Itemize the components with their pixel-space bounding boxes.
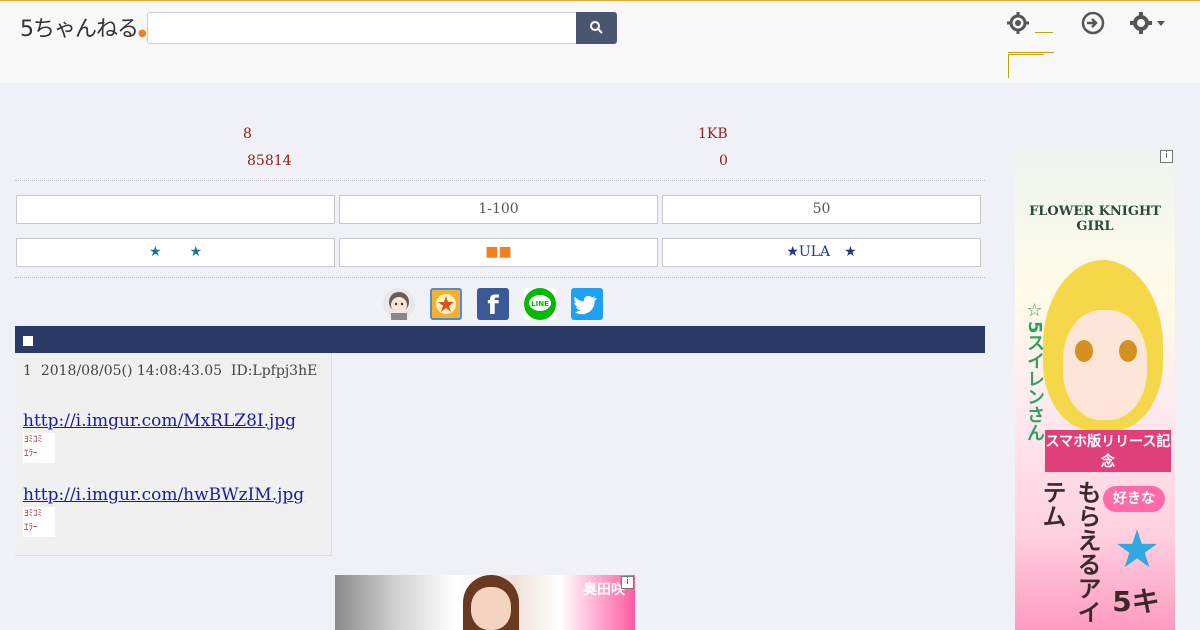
facebook-icon[interactable]: f [477, 288, 509, 321]
ad-banner-bottom[interactable]: 奥田咲 [335, 575, 635, 630]
post-1: 1 2018/08/05() 14:08:43.05 ID:Lpfpj3hE h… [15, 353, 332, 556]
ad-text: 5キ [1112, 585, 1160, 618]
ad-banner-side[interactable]: FLOWER KNIGHT GIRL ☆5スイレンさん スマホ版リリース記念 も… [1015, 150, 1175, 630]
ad-info-icon[interactable]: i [621, 576, 634, 589]
ad-info-icon[interactable]: i [1160, 150, 1173, 163]
avatar-icon[interactable] [383, 288, 415, 320]
ad-text: スマホ版リリース記念 [1045, 430, 1171, 472]
ad-text: ☆5スイレンさん [1024, 300, 1045, 442]
ad-image [1075, 340, 1093, 362]
bookmark-icon[interactable] [430, 288, 462, 320]
post-date: 2018/08/05() 14:08:43.05 [40, 363, 223, 379]
search-button[interactable] [576, 12, 617, 44]
divider [15, 277, 985, 278]
ad-text: 好きな [1103, 486, 1165, 512]
ad-text: もらえるアイテム [1038, 480, 1101, 624]
stat-c: 85814 [247, 153, 292, 169]
header-link-top[interactable] [1035, 15, 1053, 33]
nav-button-squares[interactable]: ■■ [339, 238, 658, 267]
post-meta: 1 2018/08/05() 14:08:43.05 ID:Lpfpj3hE [23, 363, 317, 379]
divider [15, 180, 985, 181]
search-icon [590, 21, 603, 34]
settings-icon[interactable] [1129, 11, 1167, 35]
svg-text:LINE: LINE [531, 300, 549, 308]
image-error: ﾖﾐｺﾐ ｴﾗｰ [23, 507, 55, 537]
stat-a: 8 [243, 126, 252, 142]
post-link[interactable]: http://i.imgur.com/hwBWzIM.jpg [23, 485, 304, 505]
post-link[interactable]: http://i.imgur.com/MxRLZ8I.jpg [23, 411, 296, 431]
site-logo[interactable]: 5ちゃんねる● [20, 11, 147, 43]
image-error: ﾖﾐｺﾐ ｴﾗｰ [23, 433, 55, 463]
ad-image [1119, 340, 1137, 362]
post-id[interactable]: ID:Lpfpj3hE [231, 363, 317, 379]
header-bracket [1008, 54, 1044, 78]
stat-d: 0 [719, 153, 728, 169]
post-number[interactable]: 1 [23, 363, 32, 379]
nav-button-star[interactable]: ★ ★ [16, 238, 335, 267]
site-header: 5ちゃんねる● [0, 0, 1200, 83]
thread-title-bar [15, 326, 985, 353]
ad-image [1063, 310, 1147, 420]
search-input[interactable] [147, 12, 577, 44]
line-icon[interactable]: LINE [524, 288, 556, 320]
gear-icon[interactable] [1006, 11, 1030, 35]
twitter-icon[interactable] [571, 288, 603, 320]
title-marker [23, 336, 33, 346]
ad-image [471, 587, 511, 630]
login-icon[interactable] [1081, 11, 1105, 35]
stat-size: 1KB [698, 126, 728, 142]
nav-button-all[interactable] [16, 195, 335, 224]
nav-button-latest50[interactable]: 50 [662, 195, 981, 224]
ad-text: 奥田咲 [583, 582, 625, 598]
header-link-mid[interactable] [1008, 37, 1054, 53]
nav-button-ula[interactable]: ★ULA ★ [662, 238, 981, 267]
nav-button-first100[interactable]: 1-100 [339, 195, 658, 224]
ad-logo: FLOWER KNIGHT GIRL [1029, 204, 1161, 234]
star-icon: ★ [1113, 520, 1161, 580]
